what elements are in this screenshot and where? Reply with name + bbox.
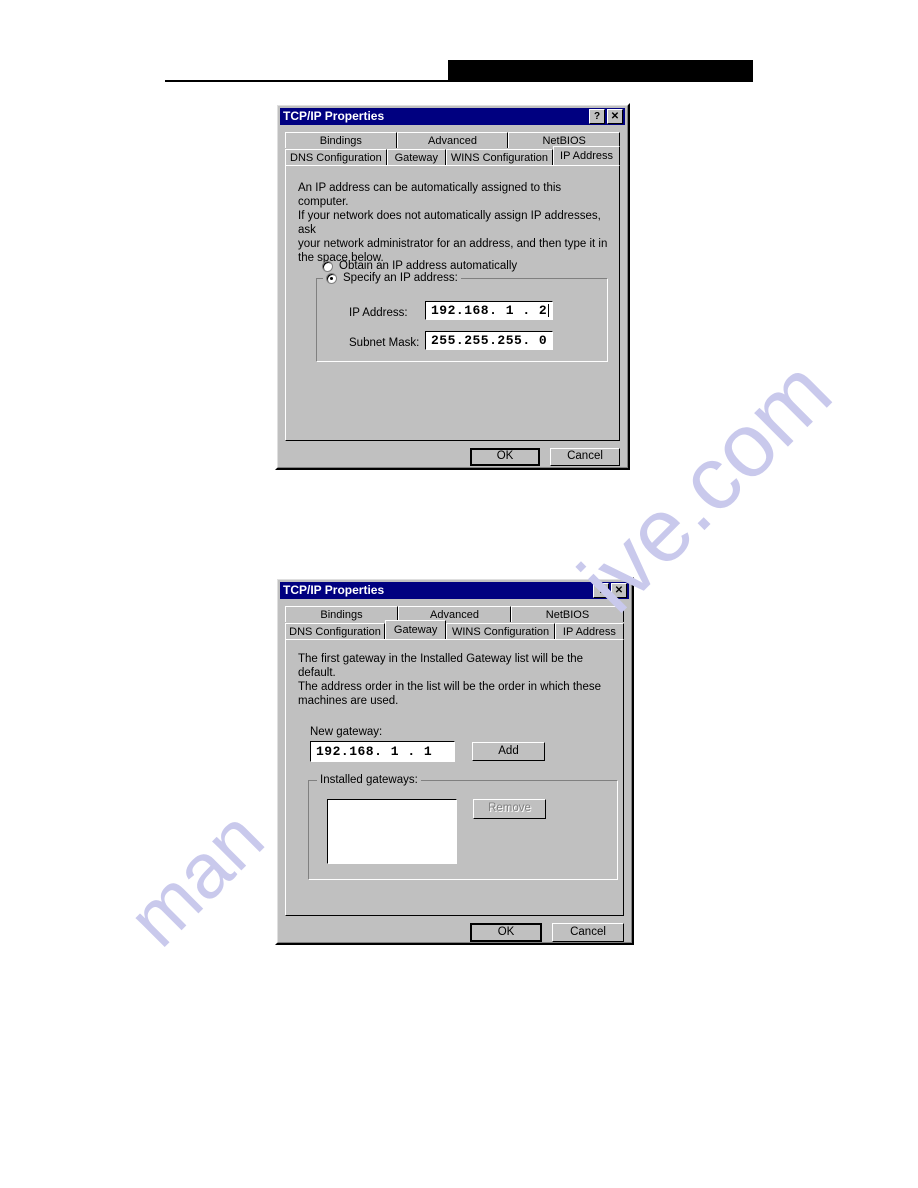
ip-address-value: 192.168. 1 . 2 xyxy=(431,303,548,318)
ip-address-field-label: IP Address: xyxy=(349,307,408,319)
tab-ip-address[interactable]: IP Address xyxy=(553,146,620,165)
remove-gateway-button[interactable]: Remove xyxy=(473,799,546,819)
help-icon[interactable]: ? xyxy=(589,109,605,124)
tab-wins-configuration[interactable]: WINS Configuration xyxy=(446,623,555,639)
tab-bindings[interactable]: Bindings xyxy=(285,132,397,148)
tab-label: WINS Configuration xyxy=(450,151,549,164)
add-button-label: Add xyxy=(498,744,519,757)
tab-dns-configuration[interactable]: DNS Configuration xyxy=(285,149,387,165)
titlebar: TCP/IP Properties ? ✕ xyxy=(280,108,625,125)
tab-dns-configuration[interactable]: DNS Configuration xyxy=(285,623,385,639)
tabstrip-row-2: DNS Configuration Gateway WINS Configura… xyxy=(285,620,624,639)
tab-label: NetBIOS xyxy=(545,608,590,621)
page-header xyxy=(0,0,918,92)
subnet-mask-field-label: Subnet Mask: xyxy=(349,337,420,349)
window-title: TCP/IP Properties xyxy=(283,109,385,123)
installed-gateways-legend: Installed gateways: xyxy=(317,774,421,786)
titlebar: TCP/IP Properties ? ✕ xyxy=(280,582,629,599)
close-icon[interactable]: ✕ xyxy=(611,583,627,598)
specify-ip-groupbox: Specify an IP address: IP Address: 192.1… xyxy=(316,272,608,362)
watermark-text-left: man xyxy=(110,793,281,963)
tab-netbios[interactable]: NetBIOS xyxy=(511,606,624,622)
tcpip-properties-dialog-ip-address[interactable]: TCP/IP Properties ? ✕ Bindings Advanced … xyxy=(275,103,630,470)
tab-label: Gateway xyxy=(394,151,438,164)
cancel-button[interactable]: Cancel xyxy=(550,448,620,466)
tab-label: DNS Configuration xyxy=(290,151,382,164)
window-title: TCP/IP Properties xyxy=(283,583,385,597)
remove-button-label: Remove xyxy=(488,802,531,815)
tab-gateway[interactable]: Gateway xyxy=(386,149,446,165)
help-icon[interactable]: ? xyxy=(593,583,609,598)
ok-button[interactable]: OK xyxy=(470,448,540,466)
tab-page-ip-address: An IP address can be automatically assig… xyxy=(285,165,620,441)
tab-label: Advanced xyxy=(428,134,477,147)
add-gateway-button[interactable]: Add xyxy=(472,742,545,761)
radio-obtain-ip-automatically[interactable]: Obtain an IP address automatically xyxy=(322,260,517,272)
new-gateway-value: 192.168. 1 . 1 xyxy=(316,744,433,759)
ok-button-label: OK xyxy=(497,925,515,938)
header-divider-rule xyxy=(165,80,753,82)
installed-gateways-listbox[interactable] xyxy=(327,799,457,864)
tab-gateway[interactable]: Gateway xyxy=(385,620,447,639)
new-gateway-label: New gateway: xyxy=(310,726,383,738)
ok-button-label: OK xyxy=(496,450,514,463)
ip-address-input[interactable]: 192.168. 1 . 2 xyxy=(425,301,553,320)
cancel-button-label: Cancel xyxy=(567,450,603,463)
subnet-mask-value: 255.255.255. 0 xyxy=(431,333,548,348)
tab-advanced[interactable]: Advanced xyxy=(396,132,509,148)
tab-label: Bindings xyxy=(320,608,363,621)
radio-specify-ip-address[interactable]: Specify an IP address: xyxy=(323,272,461,284)
tcpip-properties-dialog-gateway[interactable]: TCP/IP Properties ? ✕ Bindings Advanced … xyxy=(275,577,634,945)
tab-bindings[interactable]: Bindings xyxy=(285,606,398,622)
subnet-mask-input[interactable]: 255.255.255. 0 xyxy=(425,331,553,350)
new-gateway-input[interactable]: 192.168. 1 . 1 xyxy=(310,741,455,762)
tab-page-gateway: The first gateway in the Installed Gatew… xyxy=(285,639,624,916)
tab-ip-address[interactable]: IP Address xyxy=(554,623,624,639)
tab-label: WINS Configuration xyxy=(451,625,550,638)
radio-button-icon[interactable] xyxy=(322,260,333,272)
ok-button[interactable]: OK xyxy=(470,923,542,942)
tab-label: DNS Configuration xyxy=(289,625,381,638)
radio-label: Obtain an IP address automatically xyxy=(339,260,518,272)
tabstrip-row-1: Bindings Advanced NetBIOS xyxy=(285,606,624,622)
close-icon[interactable]: ✕ xyxy=(607,109,623,124)
cancel-button[interactable]: Cancel xyxy=(552,923,624,942)
gateway-description: The first gateway in the Installed Gatew… xyxy=(298,653,601,707)
tab-label: IP Address xyxy=(562,625,616,638)
cancel-button-label: Cancel xyxy=(570,925,606,938)
radio-button-icon[interactable] xyxy=(326,272,337,284)
ip-address-description: An IP address can be automatically assig… xyxy=(298,182,608,264)
text-caret xyxy=(548,304,550,317)
installed-gateways-groupbox: Installed gateways: Remove xyxy=(308,774,618,880)
radio-label: Specify an IP address: xyxy=(343,272,458,284)
tab-label: Gateway xyxy=(393,624,438,636)
tab-label: IP Address xyxy=(560,150,614,162)
tab-wins-configuration[interactable]: WINS Configuration xyxy=(445,149,554,165)
redacted-header-bar xyxy=(448,60,753,80)
tabstrip-row-2: DNS Configuration Gateway WINS Configura… xyxy=(285,146,620,165)
tab-label: Bindings xyxy=(319,134,362,147)
